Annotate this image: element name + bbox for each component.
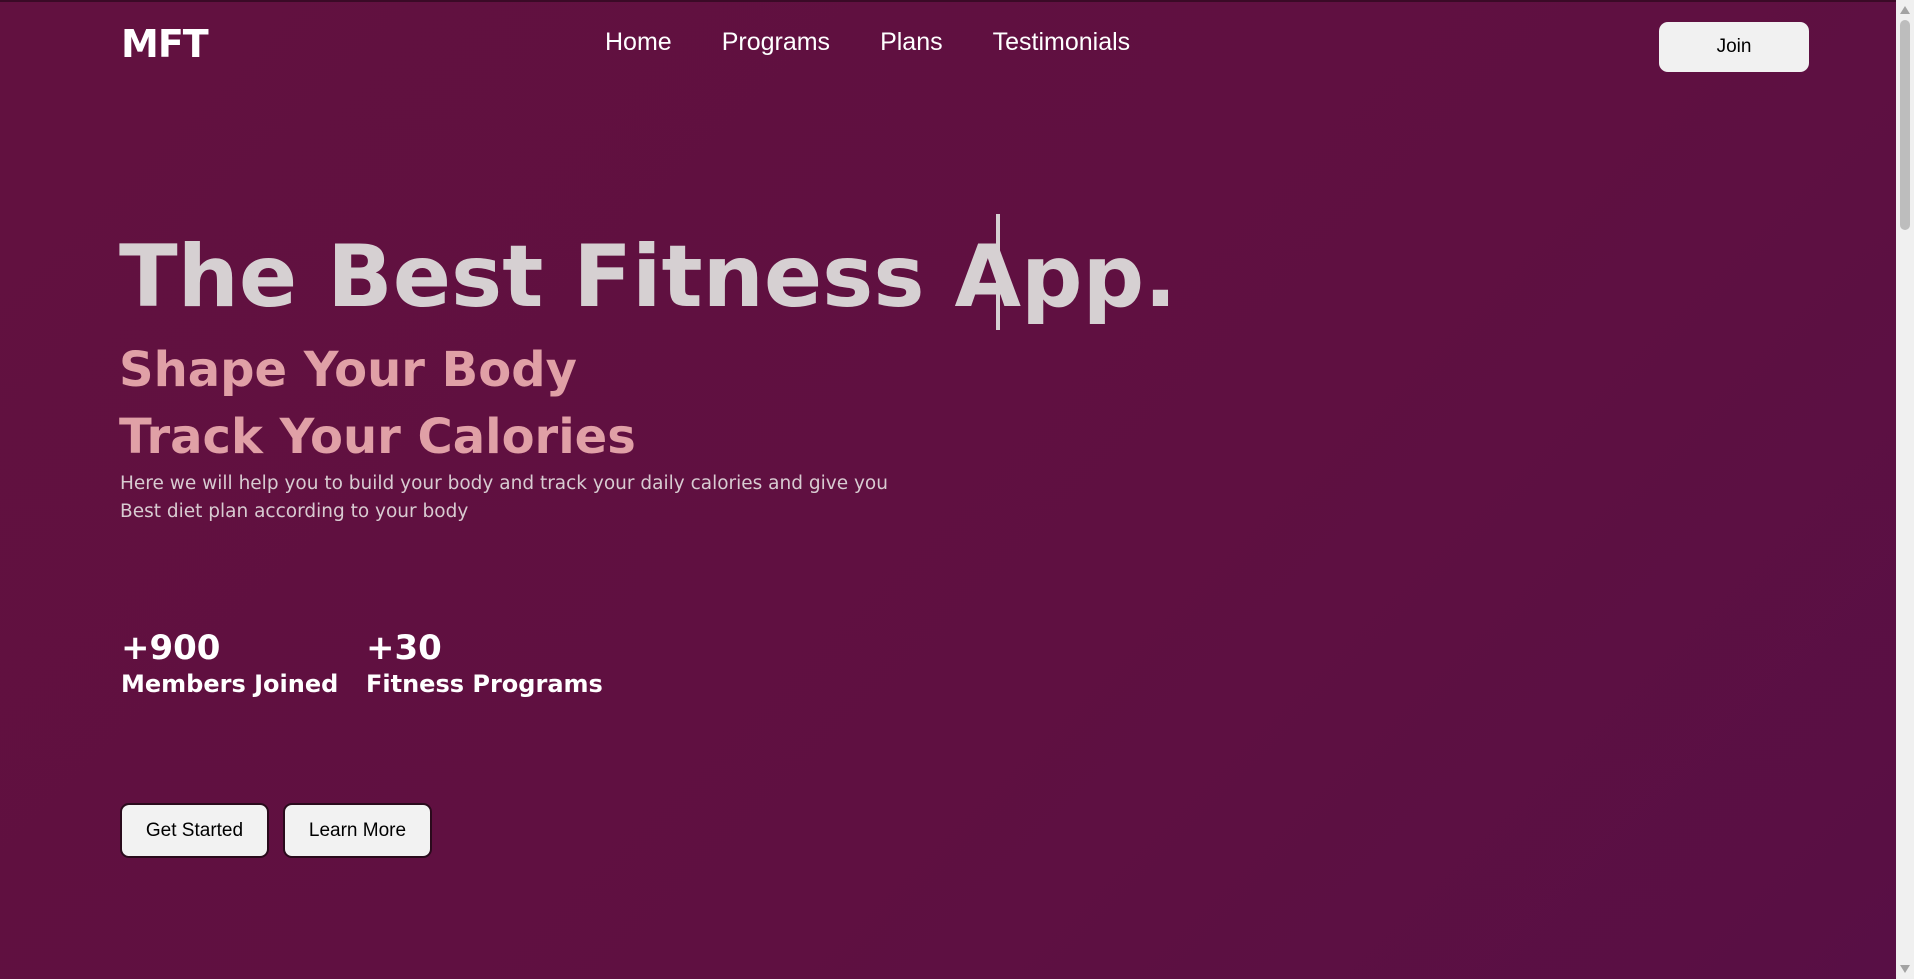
nav-programs[interactable]: Programs (722, 28, 830, 57)
stat-members-value: +900 (121, 628, 221, 668)
hero-title: The Best Fitness App. (119, 227, 1177, 327)
join-button[interactable]: Join (1659, 22, 1809, 72)
stat-members: +900 Members Joined (121, 628, 338, 698)
stat-programs-value: +30 (366, 628, 442, 668)
scroll-down-arrow-icon[interactable] (1900, 965, 1910, 973)
stat-members-label: Members Joined (121, 670, 339, 698)
get-started-button[interactable]: Get Started (120, 803, 269, 858)
hero-description-line-2: Best diet plan according to your body (120, 501, 469, 522)
window-top-border (0, 0, 1896, 2)
hero-description: Here we will help you to build your body… (120, 470, 920, 526)
nav-testimonials[interactable]: Testimonials (993, 28, 1131, 57)
scroll-up-arrow-icon[interactable] (1900, 6, 1910, 14)
hero-subtitle-track: Track Your Calories (119, 409, 636, 465)
logo[interactable]: MFT (121, 22, 209, 66)
main-nav: Home Programs Plans Testimonials (605, 28, 1180, 57)
nav-home[interactable]: Home (605, 28, 672, 57)
vertical-scrollbar[interactable] (1896, 0, 1914, 979)
stat-programs-label: Fitness Programs (366, 670, 603, 698)
stat-programs: +30 Fitness Programs (366, 628, 603, 698)
nav-plans[interactable]: Plans (880, 28, 943, 57)
scrollbar-thumb[interactable] (1900, 20, 1910, 230)
hero-description-line-1: Here we will help you to build your body… (120, 473, 888, 494)
typing-caret (996, 214, 1000, 330)
learn-more-button[interactable]: Learn More (283, 803, 432, 858)
hero-subtitle-shape: Shape Your Body (119, 342, 577, 398)
